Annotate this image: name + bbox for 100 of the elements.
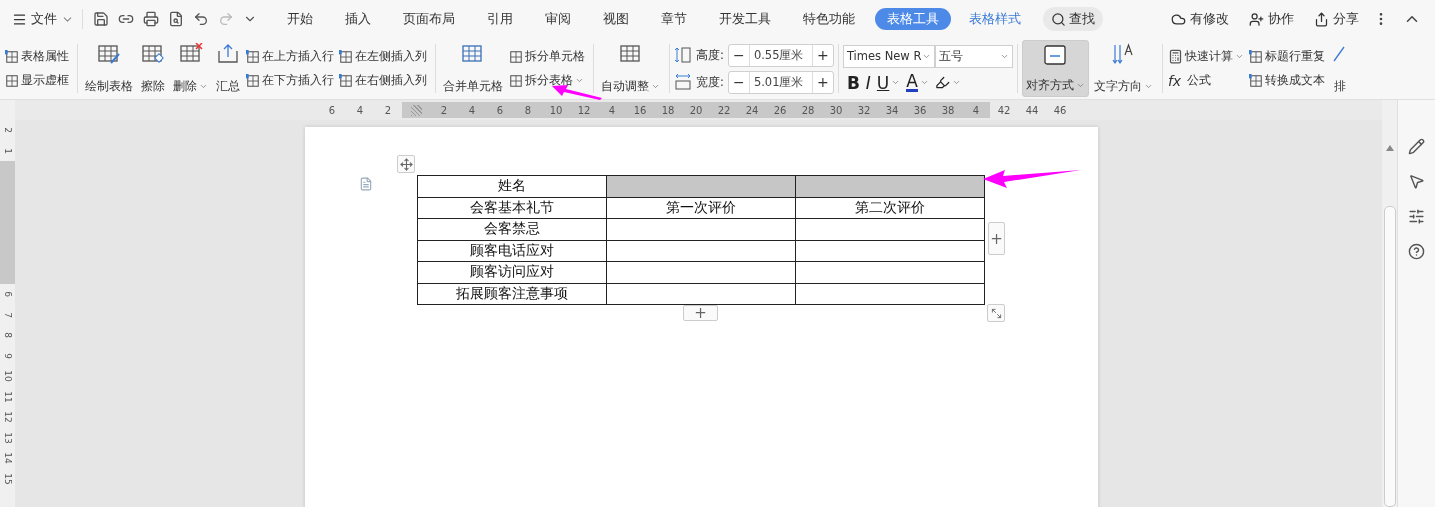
ribbon-button[interactable]: 对齐方式 xyxy=(1021,40,1089,97)
ribbon-button[interactable]: 拆分单元格 xyxy=(508,47,586,66)
ribbon-button[interactable]: 在下方插入行 xyxy=(245,71,335,90)
ribbon-button[interactable]: 文字方向 xyxy=(1090,40,1156,97)
button-label: 拆分表格 xyxy=(525,73,573,88)
ribbon-button[interactable]: 绘制表格 xyxy=(82,40,136,97)
ribbon-button[interactable]: 自动调整 xyxy=(598,40,663,97)
split-table-icon xyxy=(509,73,523,88)
button-label: 在右侧插入列 xyxy=(355,73,427,88)
format-button[interactable]: A xyxy=(906,73,929,92)
button-label: 擦除 xyxy=(141,79,165,94)
move-handle[interactable] xyxy=(397,155,415,173)
add-row-button[interactable]: + xyxy=(683,305,718,321)
format-button[interactable] xyxy=(934,75,961,90)
number-field[interactable]: 0.55厘米 xyxy=(748,44,813,66)
ribbon-button[interactable]: 显示虚框 xyxy=(4,71,70,90)
scrollbar-thumb[interactable] xyxy=(1383,206,1396,507)
ribbon-tab[interactable]: 开发工具 xyxy=(707,8,783,30)
cursor-icon[interactable] xyxy=(1408,173,1425,190)
ribbon-tab[interactable]: 开始 xyxy=(275,8,325,30)
align-icon xyxy=(1043,44,1068,66)
ribbon-button[interactable]: 拆分表格 xyxy=(508,71,586,90)
ribbon-tab[interactable]: 页面布局 xyxy=(391,8,467,30)
ruler-number: 18 xyxy=(661,104,675,116)
ribbon-button[interactable]: 汇总 xyxy=(213,40,243,97)
toolbar-button[interactable]: 有修改 xyxy=(1165,9,1235,29)
ruler-number: 9 xyxy=(2,352,13,359)
ribbon-button[interactable]: 标题行重复 xyxy=(1247,47,1326,66)
ruler-number: 4 xyxy=(468,104,476,116)
ruler-number: 10 xyxy=(549,104,563,116)
print-icon[interactable] xyxy=(143,11,159,27)
ruler-number: 8 xyxy=(524,104,532,116)
ruler-band xyxy=(0,161,15,182)
ribbon-tab[interactable]: 插入 xyxy=(333,8,383,30)
resize-handle[interactable] xyxy=(987,304,1005,322)
size-select[interactable]: 五号 xyxy=(934,44,1013,68)
ribbon-tab[interactable]: 表格样式 xyxy=(957,8,1033,30)
format-button[interactable]: U xyxy=(876,72,901,93)
ribbon-tab[interactable]: 引用 xyxy=(475,8,525,30)
font-color-label: A xyxy=(906,73,918,92)
ribbon-button[interactable]: 排 xyxy=(1328,40,1351,97)
ribbon-button[interactable]: fx 公式 xyxy=(1166,71,1245,90)
ruler-number: 4 xyxy=(972,104,980,116)
annotation-arrow xyxy=(552,84,602,100)
button-label: 删除 xyxy=(173,79,197,94)
preview-icon[interactable] xyxy=(168,11,184,27)
ruler-number: 10 xyxy=(2,370,13,382)
table-cell: 会客基本礼节 xyxy=(417,197,607,219)
font-select[interactable]: Times New R xyxy=(842,44,935,68)
increment-button[interactable]: + xyxy=(812,44,833,66)
ruler-number: 32 xyxy=(857,104,871,116)
button-label: 排 xyxy=(1333,79,1346,94)
ruler-number: 8 xyxy=(2,332,13,339)
settings-icon[interactable] xyxy=(1408,208,1425,225)
undo-icon[interactable] xyxy=(193,11,209,27)
toolbar-button[interactable]: 分享 xyxy=(1308,9,1365,29)
table-cell: 顾客电话应对 xyxy=(417,240,607,262)
add-column-button[interactable]: + xyxy=(988,222,1005,255)
text-direction-icon xyxy=(1111,43,1136,65)
ruler-number: 44 xyxy=(1025,104,1039,116)
table-cell: 第二次评价 xyxy=(795,197,985,219)
toolbar-button[interactable]: 协作 xyxy=(1243,9,1300,29)
button-label: 绘制表格 xyxy=(85,79,133,94)
table-delete-icon xyxy=(178,43,203,65)
ribbon-tab[interactable]: 视图 xyxy=(591,8,641,30)
button-label: 显示虚框 xyxy=(21,73,69,88)
decrement-button[interactable]: − xyxy=(728,44,749,66)
ribbon-button[interactable]: 擦除 xyxy=(138,40,168,97)
save-icon[interactable] xyxy=(93,11,109,27)
format-button[interactable]: I xyxy=(865,72,871,93)
ribbon-button[interactable]: 合并单元格 xyxy=(440,40,506,97)
ruler-number: 20 xyxy=(689,104,703,116)
ribbon-button[interactable]: 在右侧插入列 xyxy=(338,71,428,90)
ribbon-button[interactable]: 表格属性 xyxy=(4,47,70,66)
cloud-icon xyxy=(1171,11,1186,27)
ribbon-button[interactable]: 删除 xyxy=(170,40,211,97)
decrement-button[interactable]: − xyxy=(728,71,749,93)
ribbon-button[interactable]: 在左侧插入列 xyxy=(338,47,428,66)
ribbon-button[interactable]: 快速计算 xyxy=(1166,47,1245,66)
ribbon-tab[interactable]: 审阅 xyxy=(533,8,583,30)
grid-icon xyxy=(5,73,19,88)
pen-icon[interactable] xyxy=(1408,138,1425,155)
file-menu[interactable]: 文件 xyxy=(12,9,83,29)
format-button[interactable]: B xyxy=(846,72,860,93)
increment-button[interactable]: + xyxy=(812,71,833,93)
ribbon-tab[interactable]: 章节 xyxy=(649,8,699,30)
column-marker-icon[interactable] xyxy=(410,104,422,116)
insert-column-icon xyxy=(339,49,353,64)
ribbon-tab[interactable]: 特色功能 xyxy=(791,8,867,30)
scroll-up-icon[interactable] xyxy=(1385,145,1394,151)
menu-icon xyxy=(12,11,27,27)
ruler-number: 14 xyxy=(2,452,13,464)
column-width-icon xyxy=(674,73,692,91)
search-button[interactable]: 查找 xyxy=(1043,7,1103,31)
table-pen-icon xyxy=(97,43,121,65)
ribbon-button[interactable]: 转换成文本 xyxy=(1247,71,1326,90)
number-field[interactable]: 5.01厘米 xyxy=(748,71,813,93)
ruler-number: 11 xyxy=(2,391,13,403)
ribbon-button[interactable]: 在上方插入行 xyxy=(245,47,335,66)
help-icon[interactable] xyxy=(1408,243,1425,260)
